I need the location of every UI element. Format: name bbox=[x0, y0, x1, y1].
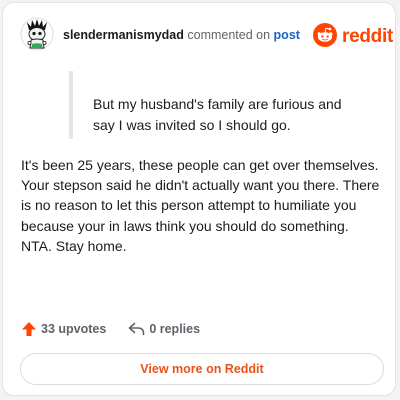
view-more-button[interactable]: View more on Reddit bbox=[20, 353, 384, 385]
post-link[interactable]: post bbox=[274, 28, 300, 42]
reddit-wordmark: reddit bbox=[342, 26, 393, 47]
blockquote: But my husband's family are furious and … bbox=[69, 71, 373, 139]
action-text: commented on bbox=[187, 28, 271, 42]
comment-byline: slendermanismydad commented on post bbox=[63, 28, 300, 43]
reply-button[interactable]: 0 replies bbox=[128, 322, 200, 336]
user-avatar-icon[interactable] bbox=[20, 17, 54, 51]
reddit-logo[interactable]: reddit bbox=[313, 22, 393, 52]
comment-body: It's been 25 years, these people can get… bbox=[21, 157, 380, 254]
upvote-count: 33 upvotes bbox=[41, 322, 107, 336]
username-link[interactable]: slendermanismydad bbox=[63, 28, 184, 42]
reply-count: 0 replies bbox=[149, 322, 201, 336]
reddit-snoo-icon bbox=[313, 22, 337, 52]
reply-arrow-icon bbox=[128, 322, 145, 336]
upvote-arrow-icon bbox=[21, 321, 37, 337]
upvote-button[interactable]: 33 upvotes bbox=[21, 321, 106, 337]
quote-text: But my husband's family are furious and … bbox=[93, 96, 342, 133]
comment-header: slendermanismydad commented on post redd bbox=[3, 3, 395, 63]
comment-actions: 33 upvotes 0 replies bbox=[21, 319, 200, 339]
comment-embed-card: slendermanismydad commented on post redd bbox=[2, 2, 396, 396]
